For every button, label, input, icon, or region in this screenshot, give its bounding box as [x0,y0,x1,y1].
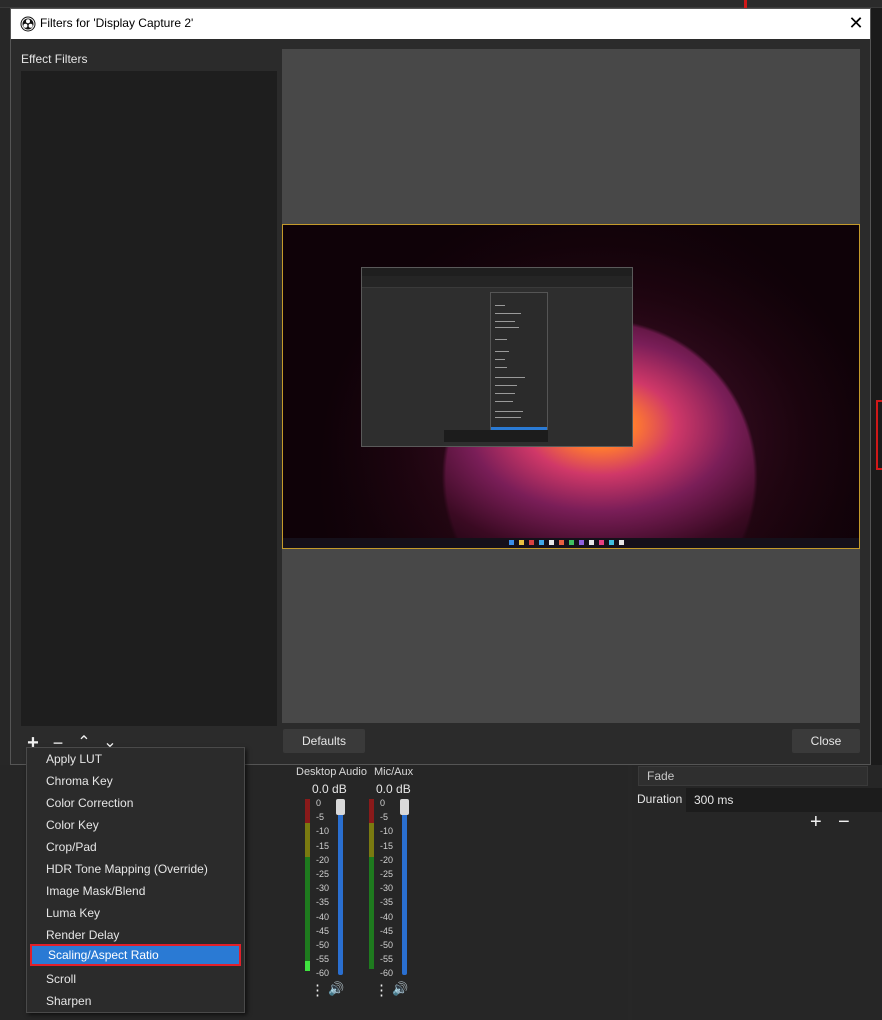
volume-fader-handle-desktop-audio[interactable] [336,799,345,815]
scene-transitions-panel: Fade Duration 300 ms + − [632,765,882,1020]
menu-item-scroll[interactable]: Scroll [27,968,244,990]
remove-transition-icon[interactable]: − [838,811,850,834]
captured-menu-line [495,401,513,402]
db-scale-mic-aux: 0 -5 -10 -15 -20 -25 -30 -35 -40 -45 -50… [380,798,394,979]
menu-item-render-delay[interactable]: Render Delay [27,924,244,946]
captured-menu-line [495,351,509,352]
channel-name-mic-aux: Mic/Aux [374,766,414,778]
speaker-icon[interactable]: 🔊 [328,981,344,997]
taskbar-app-icon [579,540,584,545]
taskbar-app-icon [599,540,604,545]
effect-filters-label: Effect Filters [21,52,88,66]
menu-item-scaling-aspect-ratio[interactable]: Scaling/Aspect Ratio [30,944,241,966]
captured-window-toolbar [362,276,632,288]
audio-mixer-panel: Desktop Audio Mic/Aux 0.0 dB 0.0 dB 0 -5… [288,765,628,1020]
channel-menu-icon[interactable]: ⋮ [374,981,389,999]
transition-type-select[interactable]: Fade [638,766,868,786]
captured-menu-line [495,385,517,386]
dialog-title: Filters for 'Display Capture 2' [40,16,194,30]
channel-name-desktop-audio: Desktop Audio [296,766,367,778]
menu-item-chroma-key[interactable]: Chroma Key [27,770,244,792]
captured-menu-line [495,411,523,412]
captured-window-titlebar [362,268,632,276]
captured-menu-line [495,393,515,394]
preview-display-capture [282,224,860,549]
volume-meter-peak-desktop-audio [305,961,310,971]
volume-fader-desktop-audio[interactable] [338,805,343,975]
volume-fader-handle-mic-aux[interactable] [400,799,409,815]
duration-label: Duration [637,792,683,806]
dialog-titlebar: Filters for 'Display Capture 2' ✕ [11,9,870,39]
channel-level-desktop-audio: 0.0 dB [312,782,347,796]
menu-item-image-mask-blend[interactable]: Image Mask/Blend [27,880,244,902]
main-window-top-strip [0,0,882,8]
captured-menu-line [495,359,505,360]
taskbar-app-icon [519,540,524,545]
preview-captured-window [361,267,633,447]
preview-taskbar [283,538,859,548]
main-window-red-outline [876,400,882,470]
menu-item-sharpen[interactable]: Sharpen [27,990,244,1012]
channel-level-mic-aux: 0.0 dB [376,782,411,796]
menu-item-crop-pad[interactable]: Crop/Pad [27,836,244,858]
effect-filters-list[interactable] [21,71,277,726]
menu-item-color-correction[interactable]: Color Correction [27,792,244,814]
speaker-icon[interactable]: 🔊 [392,981,408,997]
captured-context-menu [490,292,548,440]
taskbar-app-icon [619,540,624,545]
taskbar-app-icon [539,540,544,545]
captured-menu-line [495,313,521,314]
volume-fader-mic-aux[interactable] [402,805,407,975]
menu-item-color-key[interactable]: Color Key [27,814,244,836]
captured-menu-line [495,339,507,340]
main-window-right-panel [870,8,882,768]
taskbar-app-icon [509,540,514,545]
taskbar-app-icon [589,540,594,545]
menu-item-apply-lut[interactable]: Apply LUT [27,748,244,770]
main-window-red-marker [744,0,747,8]
menu-item-luma-key[interactable]: Luma Key [27,902,244,924]
defaults-button[interactable]: Defaults [283,729,365,753]
taskbar-app-icon [609,540,614,545]
volume-meter-mic-aux [369,799,374,969]
captured-menu-line [495,367,507,368]
add-transition-icon[interactable]: + [810,811,822,834]
obs-logo-icon [20,16,36,32]
taskbar-app-icon [529,540,534,545]
db-scale-desktop-audio: 0 -5 -10 -15 -20 -25 -30 -35 -40 -45 -50… [316,798,330,979]
channel-menu-icon[interactable]: ⋮ [310,981,325,999]
taskbar-app-icon [549,540,554,545]
filter-preview [282,49,860,723]
duration-input[interactable]: 300 ms [686,788,882,812]
taskbar-app-icon [569,540,574,545]
captured-menu-line [495,327,519,328]
filters-dialog: Filters for 'Display Capture 2' ✕ Effect… [10,8,871,765]
captured-menu-line [495,321,515,322]
volume-meter-desktop-audio [305,799,310,969]
captured-menu-line [495,417,521,418]
close-button[interactable]: Close [792,729,860,753]
menu-item-hdr-tone-mapping[interactable]: HDR Tone Mapping (Override) [27,858,244,880]
close-icon[interactable]: ✕ [846,13,866,33]
taskbar-app-icon [559,540,564,545]
add-filter-menu: Apply LUT Chroma Key Color Correction Co… [26,747,245,1013]
captured-menu-line [495,305,505,306]
captured-window-footer [444,430,548,442]
captured-menu-line [495,377,525,378]
